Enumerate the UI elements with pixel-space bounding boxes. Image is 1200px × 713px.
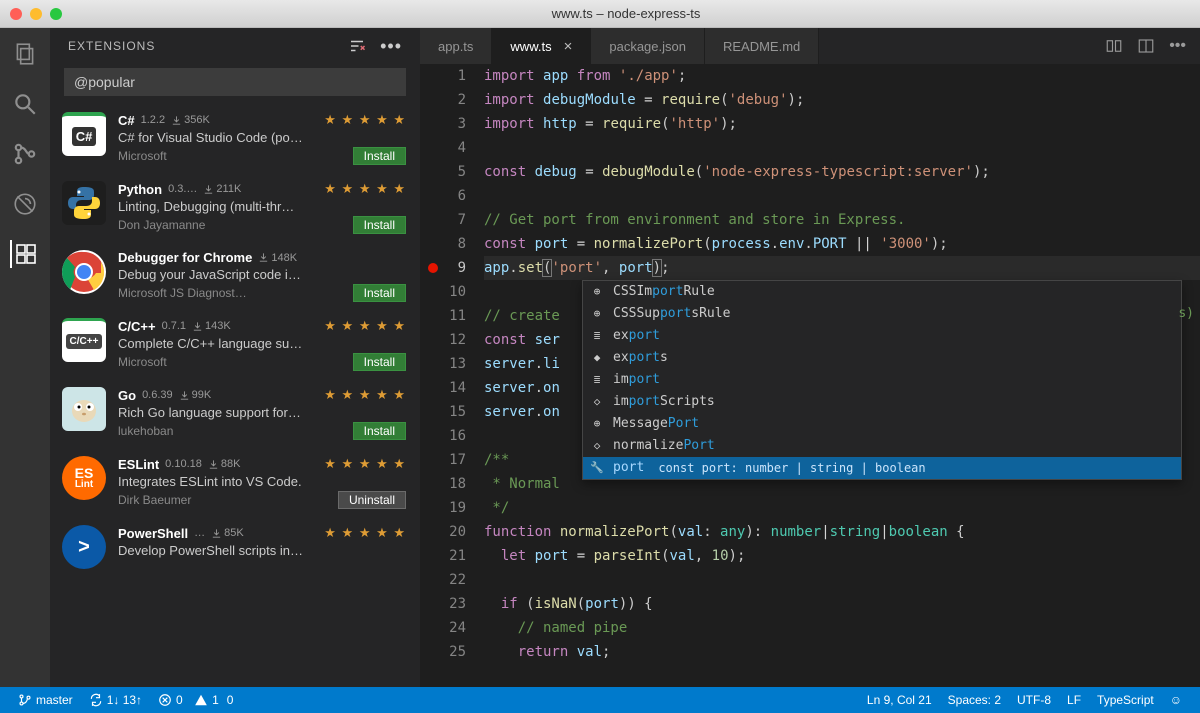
zoom-window[interactable] — [50, 8, 62, 20]
extension-publisher: Dirk Baeumer — [118, 493, 191, 507]
extension-item[interactable]: Debugger for Chrome148KDebug your JavaSc… — [50, 242, 420, 310]
extension-description: Complete C/C++ language su… — [118, 336, 406, 351]
sidebar-heading: EXTENSIONS — [68, 39, 155, 53]
minimize-window[interactable] — [30, 8, 42, 20]
extensions-list: C#C#1.2.2356K★ ★ ★ ★ ★C# for Visual Stud… — [50, 104, 420, 687]
debug-icon[interactable] — [11, 190, 39, 218]
editor-tabs: app.tswww.ts×package.jsonREADME.md ••• — [420, 28, 1200, 64]
rating-stars: ★ ★ ★ ★ ★ — [324, 318, 406, 334]
extension-publisher: Microsoft — [118, 355, 167, 369]
extension-install-button[interactable]: Install — [353, 353, 406, 371]
status-bar: master 1↓ 13↑ 0 1 0 Ln 9, Col 21 Spaces:… — [0, 687, 1200, 713]
download-count: 211K — [203, 183, 241, 195]
download-count: 148K — [258, 252, 297, 264]
suggestion-item[interactable]: ◇normalizePort — [583, 435, 1181, 457]
extension-description: Develop PowerShell scripts in… — [118, 543, 406, 558]
minimap-fragment: s) — [1178, 302, 1194, 326]
editor-tab[interactable]: app.ts — [420, 28, 492, 64]
extension-item[interactable]: C#C#1.2.2356K★ ★ ★ ★ ★C# for Visual Stud… — [50, 104, 420, 173]
status-branch[interactable]: master — [10, 693, 81, 707]
window-title: www.ts – node-express-ts — [62, 6, 1190, 21]
status-sync[interactable]: 1↓ 13↑ — [81, 693, 150, 707]
extension-install-button[interactable]: Install — [353, 284, 406, 302]
suggestion-item[interactable]: ⊕MessagePort — [583, 413, 1181, 435]
suggestion-item[interactable]: 🔧portconst port: number | string | boole… — [583, 457, 1181, 479]
breakpoint-icon[interactable] — [428, 263, 438, 273]
status-lncol[interactable]: Ln 9, Col 21 — [859, 693, 940, 707]
search-icon[interactable] — [11, 90, 39, 118]
extension-description: C# for Visual Studio Code (po… — [118, 130, 406, 145]
extension-publisher: Microsoft JS Diagnost… — [118, 286, 247, 300]
extensions-search-input[interactable] — [64, 68, 406, 96]
compare-icon[interactable] — [1105, 37, 1123, 55]
line-gutter: 1234567891011121314151617181920212223242… — [420, 64, 484, 687]
extension-item[interactable]: ESLintESLint0.10.1888K★ ★ ★ ★ ★Integrate… — [50, 448, 420, 517]
clear-filter-icon[interactable] — [348, 37, 366, 55]
more-actions-icon[interactable]: ••• — [380, 36, 402, 57]
status-problems[interactable]: 0 1 0 — [150, 693, 241, 707]
more-tab-actions-icon[interactable]: ••• — [1169, 37, 1186, 55]
extension-item[interactable]: >PowerShell…85K★ ★ ★ ★ ★Develop PowerShe… — [50, 517, 420, 577]
sidebar: EXTENSIONS ••• C#C#1.2.2356K★ ★ ★ ★ ★C# … — [50, 28, 420, 687]
extension-description: Rich Go language support for… — [118, 405, 406, 420]
download-count: 356K — [171, 114, 210, 126]
extension-description: Integrates ESLint into VS Code. — [118, 474, 406, 489]
code-editor[interactable]: 1234567891011121314151617181920212223242… — [420, 64, 1200, 687]
suggestion-item[interactable]: ◇importScripts — [583, 391, 1181, 413]
editor-tab[interactable]: README.md — [705, 28, 819, 64]
extension-install-button[interactable]: Install — [353, 422, 406, 440]
extension-item[interactable]: C/C++C/C++0.7.1143K★ ★ ★ ★ ★Complete C/C… — [50, 310, 420, 379]
close-window[interactable] — [10, 8, 22, 20]
editor-tab[interactable]: package.json — [591, 28, 705, 64]
status-encoding[interactable]: UTF-8 — [1009, 693, 1059, 707]
intellisense-popup[interactable]: ⊕CSSImportRule⊕CSSSupportsRule≣export◆ex… — [582, 280, 1182, 480]
rating-stars: ★ ★ ★ ★ ★ — [324, 112, 406, 128]
extension-publisher: lukehoban — [118, 424, 173, 438]
editor-area: app.tswww.ts×package.jsonREADME.md ••• 12… — [420, 28, 1200, 687]
extension-description: Debug your JavaScript code i… — [118, 267, 406, 282]
activity-bar — [0, 28, 50, 687]
status-lang[interactable]: TypeScript — [1089, 693, 1162, 707]
suggestion-item[interactable]: ◆exports — [583, 347, 1181, 369]
status-spaces[interactable]: Spaces: 2 — [940, 693, 1009, 707]
close-tab-icon[interactable]: × — [564, 38, 573, 55]
extension-publisher: Don Jayamanne — [118, 218, 205, 232]
download-count: 99K — [179, 389, 212, 401]
window-controls — [10, 8, 62, 20]
download-count: 85K — [211, 527, 244, 539]
extension-item[interactable]: Go0.6.3999K★ ★ ★ ★ ★Rich Go language sup… — [50, 379, 420, 448]
rating-stars: ★ ★ ★ ★ ★ — [324, 456, 406, 472]
split-editor-icon[interactable] — [1137, 37, 1155, 55]
suggestion-item[interactable]: ≣export — [583, 325, 1181, 347]
download-count: 143K — [192, 320, 231, 332]
suggestion-item[interactable]: ≣import — [583, 369, 1181, 391]
rating-stars: ★ ★ ★ ★ ★ — [324, 181, 406, 197]
extension-install-button[interactable]: Install — [353, 216, 406, 234]
scm-icon[interactable] — [11, 140, 39, 168]
status-feedback-icon[interactable]: ☺ — [1162, 693, 1190, 707]
extension-install-button[interactable]: Install — [353, 147, 406, 165]
editor-tab[interactable]: www.ts× — [492, 28, 591, 64]
suggestion-item[interactable]: ⊕CSSSupportsRule — [583, 303, 1181, 325]
suggestion-item[interactable]: ⊕CSSImportRule — [583, 281, 1181, 303]
extension-install-button[interactable]: Uninstall — [338, 491, 406, 509]
explorer-icon[interactable] — [11, 40, 39, 68]
extensions-icon[interactable] — [10, 240, 38, 268]
extension-item[interactable]: Python0.3.…211K★ ★ ★ ★ ★Linting, Debuggi… — [50, 173, 420, 242]
rating-stars: ★ ★ ★ ★ ★ — [324, 525, 406, 541]
extension-description: Linting, Debugging (multi-thr… — [118, 199, 406, 214]
titlebar: www.ts – node-express-ts — [0, 0, 1200, 28]
code-content[interactable]: import app from './app';import debugModu… — [484, 64, 1200, 687]
extension-publisher: Microsoft — [118, 149, 167, 163]
status-eol[interactable]: LF — [1059, 693, 1089, 707]
rating-stars: ★ ★ ★ ★ ★ — [324, 387, 406, 403]
download-count: 88K — [208, 458, 241, 470]
